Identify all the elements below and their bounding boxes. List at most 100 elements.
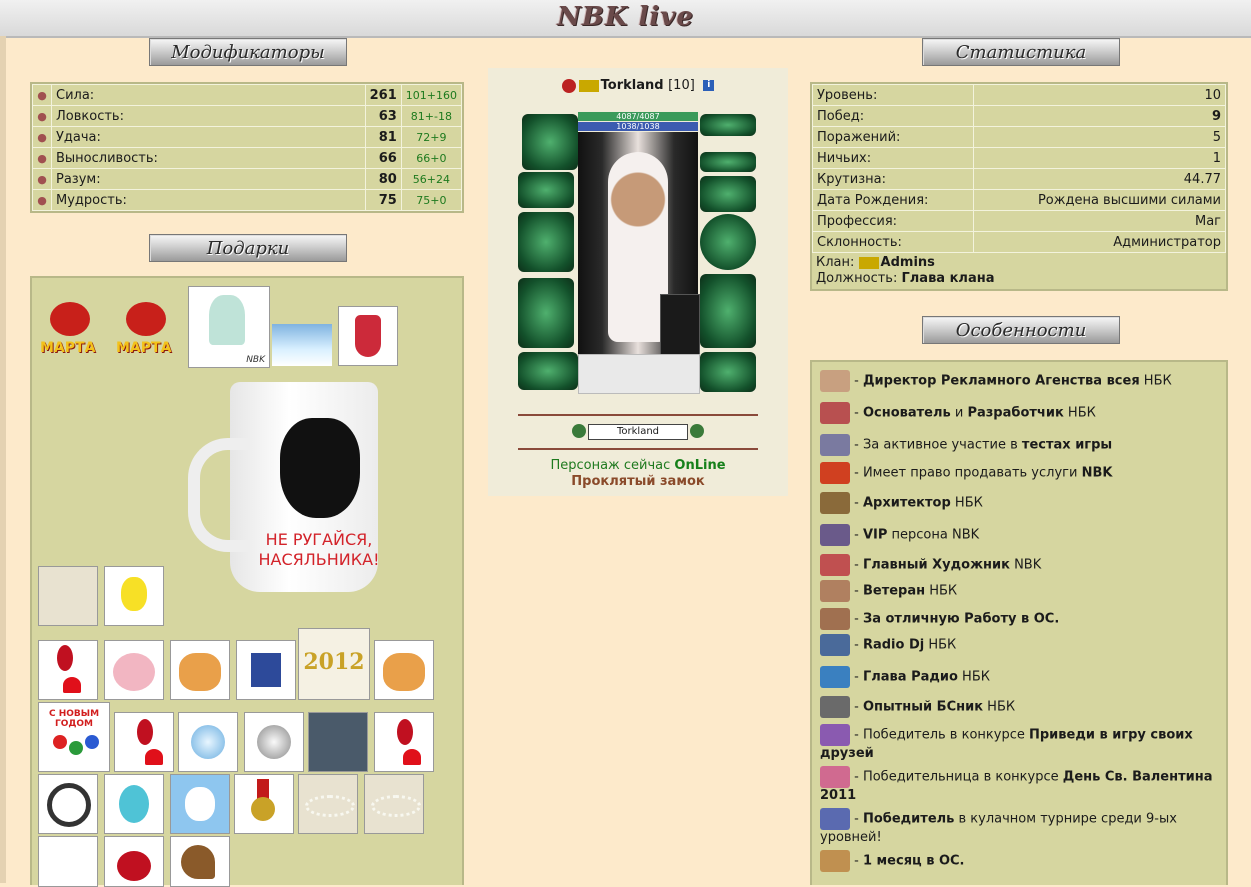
gift-mug[interactable]: НЕ РУГАЙСЯ, НАСЯЛЬНИКА! <box>184 378 396 598</box>
feature-item: - Победитель в кулачном турнире среди 9-… <box>820 808 1225 846</box>
boots-slot[interactable] <box>700 352 756 392</box>
clan-name[interactable]: Admins <box>881 255 935 270</box>
greaves-slot[interactable] <box>700 274 756 348</box>
statistic-row: Профессия: Маг <box>812 210 1226 232</box>
modifier-bonus: 81+-18 <box>400 105 463 127</box>
medal-ribbon <box>257 779 269 799</box>
feature-item: - Главный Художник NBK <box>820 554 1225 576</box>
site-logo[interactable]: NBK live <box>0 2 1251 32</box>
badge-icon <box>820 850 850 872</box>
gift-march-1[interactable]: МАРТА <box>38 296 104 366</box>
feature-post: НБК <box>950 495 983 511</box>
gift-march-2[interactable]: МАРТА <box>112 296 182 366</box>
feature-item: - Radio Dj НБК <box>820 634 1225 656</box>
feature-pre: - <box>850 669 863 685</box>
shield-slot[interactable] <box>700 214 756 270</box>
snowflake-icon <box>191 725 225 759</box>
gift-snowflake[interactable] <box>178 712 238 772</box>
gift-bunny[interactable] <box>104 774 164 834</box>
modifier-label: Мудрость: <box>51 189 366 211</box>
feature-item: - За отличную Работу в ОС. <box>820 608 1225 630</box>
crown-icon: ● <box>32 168 52 190</box>
gift-angel[interactable] <box>308 712 368 772</box>
helmet-slot[interactable] <box>522 114 578 170</box>
gift-glove[interactable] <box>170 836 230 887</box>
pet-slot[interactable] <box>660 294 700 356</box>
gift-cats-2[interactable] <box>374 640 434 700</box>
statistic-value: Администратор <box>973 231 1226 253</box>
position-label: Должность: <box>816 271 898 286</box>
feature-bold: NBK <box>1081 465 1113 481</box>
gift-swimsuit[interactable] <box>338 306 398 366</box>
face-icon <box>280 418 360 518</box>
modifier-row: ● Выносливость: 66 66+0 <box>32 147 463 169</box>
gift-cherries[interactable] <box>104 836 164 887</box>
feature-mid: и <box>950 405 968 421</box>
mug-text: НЕ РУГАЙСЯ, НАСЯЛЬНИКА! <box>258 530 380 569</box>
statistic-label: Профессия: <box>812 210 974 232</box>
rings-slot[interactable] <box>700 152 756 172</box>
gift-new-year[interactable]: С НОВЫМ ГОДОМ <box>38 702 110 772</box>
gift-box[interactable] <box>236 640 296 700</box>
character-panel: Torkland [10] i 4087/4087 1038/1038 Tork… <box>488 68 788 496</box>
pearls-icon <box>305 795 355 817</box>
feature-bold: тестах игры <box>1021 437 1113 453</box>
armor-slot[interactable] <box>518 278 574 348</box>
gift-duck[interactable] <box>104 566 164 626</box>
gloves-slot[interactable] <box>700 176 756 212</box>
gift-pearls-2[interactable] <box>364 774 424 834</box>
gift-steering-wheel[interactable] <box>38 774 98 834</box>
gift-rose-heart-2[interactable] <box>114 712 174 772</box>
character-name-field[interactable]: Torkland <box>588 424 688 440</box>
gift-cats[interactable] <box>170 640 230 700</box>
weapon-slot[interactable] <box>518 212 574 272</box>
gift-marie-cat[interactable] <box>170 774 230 834</box>
online-status: Персонаж сейчас OnLine <box>488 458 788 473</box>
feature-post: НБК <box>1139 373 1172 389</box>
ornament-icon <box>85 735 99 749</box>
statistic-label: Побед: <box>812 105 974 127</box>
statistic-row: Поражений: 5 <box>812 126 1226 148</box>
steering-wheel-icon <box>47 783 91 827</box>
location-link[interactable]: Проклятый замок <box>488 474 788 489</box>
badge-icon <box>820 608 850 630</box>
modifiers-banner: Модификаторы <box>149 38 347 66</box>
gift-ram[interactable] <box>38 566 98 626</box>
gift-snow-landscape[interactable] <box>272 324 332 366</box>
earrings-slot[interactable] <box>518 172 574 208</box>
gift-snowdrops[interactable]: NBK <box>188 286 270 368</box>
gift-pig[interactable] <box>104 640 164 700</box>
status-value: OnLine <box>674 458 726 473</box>
feature-bold: VIP <box>862 527 888 543</box>
heart-icon <box>403 749 421 765</box>
amulet-slot[interactable] <box>700 114 756 136</box>
modifier-value: 261 <box>364 84 402 106</box>
badge-icon <box>820 696 850 718</box>
divider-top <box>518 414 758 416</box>
modifier-value: 75 <box>364 189 402 211</box>
belt-slot[interactable] <box>518 352 578 390</box>
gift-cupids[interactable] <box>38 836 98 887</box>
badge-icon <box>820 580 850 602</box>
gift-rose-heart-3[interactable] <box>374 712 434 772</box>
modifier-label: Сила: <box>51 84 366 106</box>
clan-label: Клан: <box>816 255 855 270</box>
gift-pearls[interactable] <box>298 774 358 834</box>
info-icon[interactable]: i <box>703 80 715 91</box>
gift-medal[interactable] <box>234 774 294 834</box>
modifier-bonus: 72+9 <box>400 126 463 148</box>
feature-pre: - <box>850 637 863 653</box>
feature-item: - За активное участие в тестах игры <box>820 434 1225 456</box>
modifier-row: ● Мудрость: 75 75+0 <box>32 189 463 211</box>
modifier-row: ● Ловкость: 63 81+-18 <box>32 105 463 127</box>
gift-silver-flake[interactable] <box>244 712 304 772</box>
feature-bold: Radio Dj <box>862 637 925 653</box>
character-level: [10] <box>668 78 695 93</box>
cherries-icon <box>117 851 151 881</box>
feature-pre: - <box>850 405 863 421</box>
modifier-label: Удача: <box>51 126 366 148</box>
gift-rose-heart[interactable] <box>38 640 98 700</box>
gift-2012[interactable]: 2012 <box>298 628 370 700</box>
heart-icon <box>145 749 163 765</box>
mp-bar: 1038/1038 <box>578 122 698 131</box>
